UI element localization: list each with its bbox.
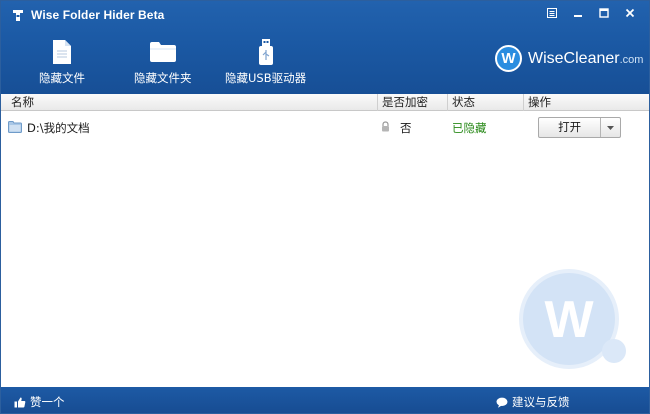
maximize-button[interactable] <box>591 3 617 23</box>
maximize-icon <box>599 8 609 18</box>
hide-usb-label: 隐藏USB驱动器 <box>225 71 307 85</box>
open-split-button: 打开 <box>538 117 621 138</box>
thumbs-up-icon <box>14 397 26 407</box>
column-header: 名称 是否加密 状态 操作 <box>1 94 649 111</box>
hide-usb-button[interactable]: 隐藏USB驱动器 <box>225 37 306 86</box>
folder-icon <box>149 42 176 62</box>
item-encrypted: 否 <box>400 121 412 135</box>
folder-icon <box>8 121 22 133</box>
like-button[interactable]: 赞一个 <box>14 394 65 410</box>
hide-folder-label: 隐藏文件夹 <box>134 71 192 85</box>
feedback-button[interactable]: 建议与反馈 <box>496 394 570 410</box>
file-icon <box>53 40 71 64</box>
usb-drive-icon <box>258 39 273 65</box>
status-bar: 赞一个 建议与反馈 <box>1 387 649 413</box>
wisecleaner-watermark-icon: W <box>519 269 626 369</box>
app-icon <box>13 10 23 21</box>
column-action[interactable]: 操作 <box>523 94 649 111</box>
chat-bubble-icon <box>496 397 508 408</box>
column-encrypted[interactable]: 是否加密 <box>377 94 445 111</box>
close-button[interactable] <box>617 3 643 23</box>
chevron-down-icon <box>607 125 615 130</box>
menu-button[interactable] <box>539 3 565 23</box>
brand-name-text: WiseCleaner <box>528 49 620 67</box>
wisecleaner-brand[interactable]: W WiseCleaner.com <box>495 45 643 72</box>
close-icon <box>625 8 635 18</box>
app-title: Wise Folder Hider Beta <box>31 8 165 22</box>
like-label: 赞一个 <box>30 395 65 409</box>
watermark-letter: W <box>544 291 594 349</box>
column-name[interactable]: 名称 <box>7 94 377 111</box>
item-status: 已隐藏 <box>452 121 487 135</box>
wisecleaner-logo-icon: W <box>495 45 522 72</box>
minimize-button[interactable] <box>565 3 591 23</box>
list-item[interactable]: D:\我的文档 否 已隐藏 打开 <box>1 115 649 139</box>
hidden-items-list: D:\我的文档 否 已隐藏 打开 W <box>1 112 649 387</box>
title-bar: Wise Folder Hider Beta <box>1 1 649 29</box>
brand-domain: .com <box>619 53 644 66</box>
brand-name: WiseCleaner.com <box>528 50 643 68</box>
hide-folder-button[interactable]: 隐藏文件夹 <box>134 37 192 86</box>
app-window: Wise Folder Hider Beta 隐藏文件 隐藏文件夹 隐藏USB驱… <box>0 0 650 414</box>
hide-file-button[interactable]: 隐藏文件 <box>39 37 85 86</box>
lock-icon <box>382 121 389 132</box>
column-status[interactable]: 状态 <box>447 94 521 111</box>
feedback-label: 建议与反馈 <box>512 395 570 409</box>
window-controls <box>539 3 643 23</box>
item-path: D:\我的文档 <box>27 121 90 135</box>
minimize-icon <box>574 15 582 17</box>
menu-icon <box>547 8 557 18</box>
open-dropdown-button[interactable] <box>600 118 620 137</box>
header: Wise Folder Hider Beta 隐藏文件 隐藏文件夹 隐藏USB驱… <box>1 1 649 94</box>
hide-file-label: 隐藏文件 <box>39 71 85 85</box>
open-button[interactable]: 打开 <box>539 118 600 137</box>
